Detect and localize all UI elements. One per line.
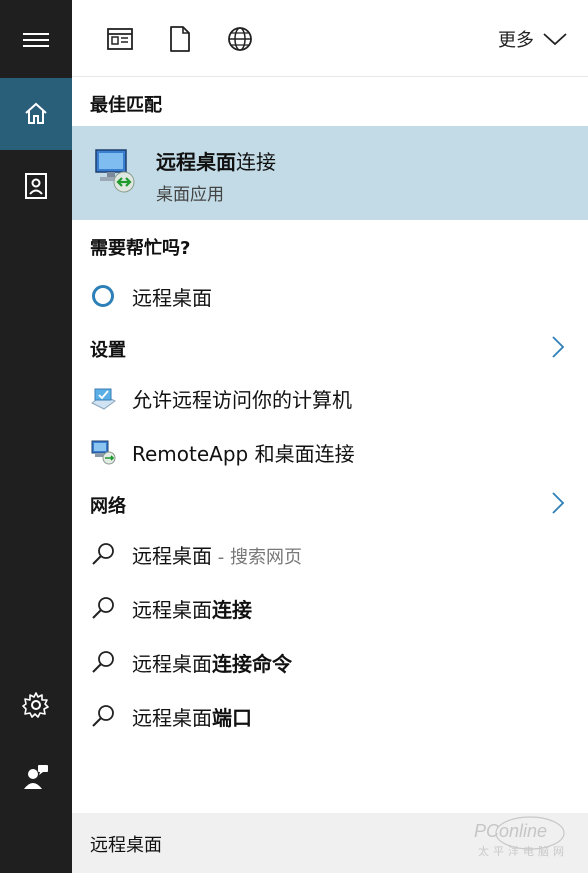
web-suggestion-suffix: - 搜索网页	[212, 546, 302, 568]
search-icon	[89, 648, 117, 676]
settings-button[interactable]	[0, 669, 72, 741]
web-chevron-right-icon[interactable]	[550, 490, 566, 516]
feedback-person-icon	[24, 765, 48, 789]
help-suggestion-label: 远程桌面	[132, 285, 212, 310]
documents-filter-button[interactable]	[166, 25, 194, 53]
apps-window-icon	[107, 28, 133, 50]
search-icon	[89, 594, 117, 622]
help-heading: 需要帮忙吗?	[90, 238, 191, 259]
web-suggestion-bold: 连接命令	[212, 651, 292, 676]
apps-filter-button[interactable]	[106, 25, 134, 53]
web-suggestion-bold: 连接	[212, 597, 252, 622]
help-suggestion-item[interactable]: 远程桌面	[72, 276, 588, 316]
best-match-subtitle: 桌面应用	[156, 185, 224, 205]
results-panel: 更多 最佳匹配 远程桌面连接 桌面应用 需要帮忙吗? 远程桌面 设置 允许远程访…	[72, 0, 588, 873]
remoteapp-icon	[89, 438, 117, 466]
settings-item-label: RemoteApp 和桌面连接	[132, 441, 355, 466]
remote-desktop-app-icon	[95, 149, 135, 193]
search-icon	[89, 540, 117, 568]
home-icon	[25, 102, 47, 124]
search-query-text: 远程桌面	[90, 835, 162, 856]
svg-text:PConline: PConline	[474, 821, 547, 841]
web-suggestion-prefix: 远程桌面	[132, 651, 212, 676]
web-suggestion-label: 远程桌面 - 搜索网页	[132, 540, 302, 569]
gear-icon	[22, 692, 49, 718]
web-heading: 网络	[90, 496, 126, 517]
more-label: 更多	[498, 30, 534, 51]
search-window: 更多 最佳匹配 远程桌面连接 桌面应用 需要帮忙吗? 远程桌面 设置 允许远程访…	[0, 0, 588, 873]
notebook-icon	[25, 173, 47, 199]
globe-icon	[228, 27, 252, 51]
web-suggestion-label: 远程桌面连接命令	[132, 648, 292, 677]
svg-text:太平洋电脑网: 太平洋电脑网	[478, 844, 568, 858]
web-suggestion-prefix: 远程桌面	[132, 705, 212, 730]
search-box[interactable]: 远程桌面 PConline 太平洋电脑网	[72, 813, 588, 873]
web-filter-button[interactable]	[226, 25, 254, 53]
web-suggestion-prefix: 远程桌面	[132, 597, 212, 622]
best-match-result[interactable]: 远程桌面连接 桌面应用	[72, 126, 588, 220]
hamburger-menu-button[interactable]	[0, 4, 72, 76]
remote-access-settings-icon	[89, 384, 117, 412]
web-suggestion[interactable]: 远程桌面连接	[72, 588, 588, 628]
settings-heading: 设置	[90, 340, 126, 361]
more-filters-dropdown[interactable]: 更多	[498, 26, 568, 52]
web-suggestion-label: 远程桌面连接	[132, 594, 252, 623]
web-suggestion-label: 远程桌面端口	[132, 702, 252, 731]
cortana-icon	[89, 282, 117, 310]
search-icon	[89, 702, 117, 730]
document-icon	[170, 26, 190, 52]
chevron-down-icon	[543, 33, 567, 46]
hamburger-icon	[23, 33, 49, 47]
web-suggestion-bold: 端口	[212, 705, 252, 730]
settings-item-label: 允许远程访问你的计算机	[132, 387, 352, 412]
web-suggestion[interactable]: 远程桌面连接命令	[72, 642, 588, 682]
web-suggestion[interactable]: 远程桌面 - 搜索网页	[72, 534, 588, 574]
feedback-button[interactable]	[0, 741, 72, 813]
best-match-heading: 最佳匹配	[90, 95, 162, 116]
best-match-title-bold: 远程桌面	[156, 150, 236, 174]
left-rail	[0, 0, 72, 873]
web-suggestion[interactable]: 远程桌面端口	[72, 696, 588, 736]
settings-chevron-right-icon[interactable]	[550, 334, 566, 360]
home-button[interactable]	[0, 78, 72, 150]
web-suggestion-prefix: 远程桌面	[132, 543, 212, 568]
best-match-title: 远程桌面连接	[156, 146, 276, 175]
notebook-button[interactable]	[0, 150, 72, 222]
filter-toolbar: 更多	[72, 0, 588, 77]
pconline-watermark-logo: PConline 太平洋电脑网	[474, 816, 568, 858]
best-match-title-rest: 连接	[236, 150, 276, 174]
settings-item[interactable]: RemoteApp 和桌面连接	[72, 432, 588, 472]
settings-item[interactable]: 允许远程访问你的计算机	[72, 378, 588, 418]
